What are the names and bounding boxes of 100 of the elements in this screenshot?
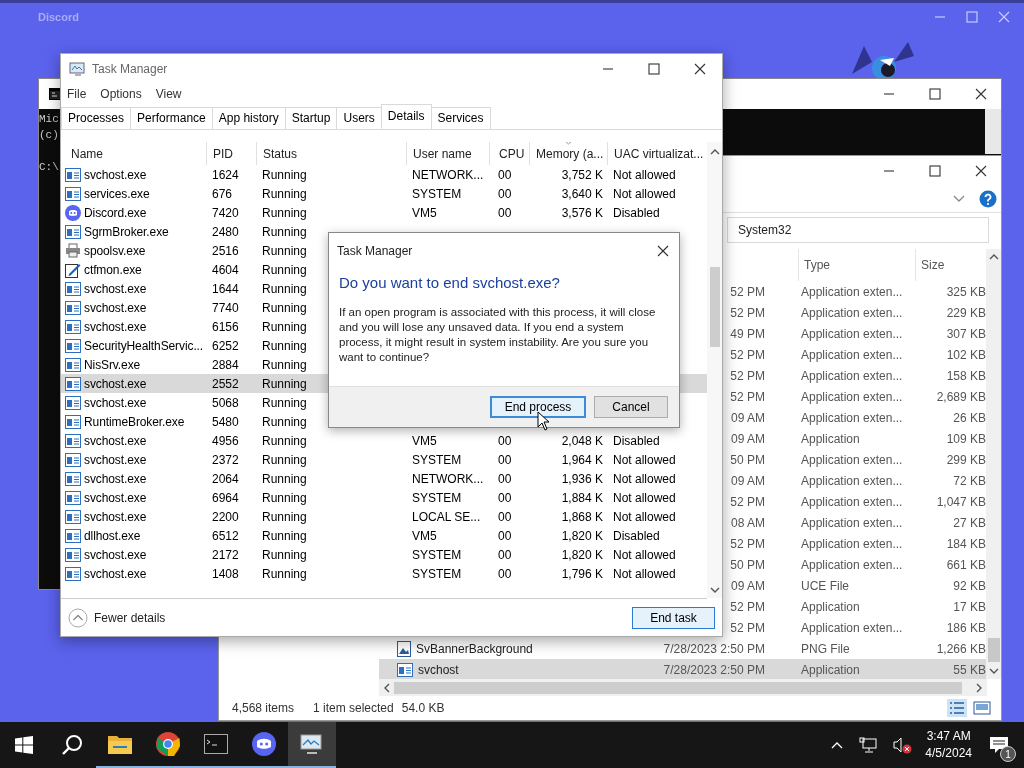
uac-cell: Not allowed <box>613 471 676 486</box>
user-cell: LOCAL SE... <box>412 509 481 524</box>
pid-cell-text: 2516 <box>211 243 240 258</box>
file-size: 158 KB <box>945 368 986 383</box>
cpu-cell: 00 <box>498 490 512 505</box>
pid-cell-text: 6512 <box>211 528 240 543</box>
file-date: 52 PM <box>729 347 765 362</box>
status-cell: Running <box>262 547 307 562</box>
file-size: 92 KB <box>952 578 986 593</box>
user-cell: SYSTEM <box>412 490 462 505</box>
uac-cell: Disabled <box>613 433 660 448</box>
file-type: Application exten... <box>800 557 904 572</box>
memory-cell: 1,796 K <box>561 566 603 581</box>
file-date: 09 AM <box>729 473 765 488</box>
uac-cell: Disabled <box>613 528 660 543</box>
file-type: Application exten... <box>800 473 904 488</box>
file-size: 1,047 KB <box>935 494 986 509</box>
pid-cell-text: 4604 <box>211 262 240 277</box>
status-cell: Running <box>262 566 307 581</box>
process-name: svchost.exe <box>84 395 147 410</box>
memory-cell: 1,820 K <box>561 547 603 562</box>
user-cell: VM5 <box>412 205 437 220</box>
cpu-cell: 00 <box>498 509 512 524</box>
file-date: 09 AM <box>729 410 765 425</box>
memory-cell: 3,640 K <box>561 186 603 201</box>
pid-cell-text: 2372 <box>211 452 240 467</box>
process-name: svchost.exe <box>84 376 147 391</box>
pid-cell-text: 7420 <box>211 205 240 220</box>
file-date: 52 PM <box>729 368 765 383</box>
file-date: 09 AM <box>729 578 765 593</box>
file-type: Application exten... <box>800 620 904 635</box>
file-size: 661 KB <box>945 557 986 572</box>
process-name: svchost.exe <box>84 319 147 334</box>
memory-cell: 2,048 K <box>561 433 603 448</box>
file-type: Application exten... <box>800 452 904 467</box>
status-cell: Running <box>262 262 307 277</box>
file-type: Application exten... <box>800 494 904 509</box>
status-cell: Running <box>262 224 307 239</box>
cpu-cell: 00 <box>498 547 512 562</box>
user-cell: SYSTEM <box>412 566 462 581</box>
file-date: 49 PM <box>729 326 765 341</box>
file-size: 229 KB <box>945 305 986 320</box>
console-line: (c) <box>39 128 59 143</box>
status-cell: Running <box>262 509 307 524</box>
file-date: 52 PM <box>729 494 765 509</box>
time: 3:47 AM <box>926 728 971 745</box>
file-date: 52 PM <box>729 599 765 614</box>
file-date: 52 PM <box>729 536 765 551</box>
uac-cell: Not allowed <box>613 509 676 524</box>
process-name: NisSrv.exe <box>84 357 141 372</box>
process-name: svchost.exe <box>84 300 147 315</box>
pid-cell-text: 2480 <box>211 224 240 239</box>
file-size: 2,689 KB <box>935 389 986 404</box>
file-type: Application <box>800 662 861 677</box>
user-cell: SYSTEM <box>412 452 462 467</box>
process-name: svchost.exe <box>84 547 147 562</box>
process-name: dllhost.exe <box>84 528 141 543</box>
window-title: Discord <box>38 10 79 23</box>
process-name: svchost.exe <box>84 281 147 296</box>
process-name: RuntimeBroker.exe <box>84 414 185 429</box>
status-cell: Running <box>262 433 307 448</box>
cpu-cell: 00 <box>498 167 512 182</box>
file-type: Application exten... <box>800 326 904 341</box>
file-type: Application exten... <box>800 536 904 551</box>
memory-cell: 3,752 K <box>561 167 603 182</box>
process-name: spoolsv.exe <box>84 243 146 258</box>
file-date: 52 PM <box>729 620 765 635</box>
status-cell: Running <box>262 395 307 410</box>
cpu-cell: 00 <box>498 433 512 448</box>
uac-cell: Not allowed <box>613 452 676 467</box>
user-cell: SYSTEM <box>412 547 462 562</box>
uac-cell: Not allowed <box>613 547 676 562</box>
file-size: 299 KB <box>945 452 986 467</box>
file-size: 184 KB <box>945 536 986 551</box>
pid-cell-text: 2064 <box>211 471 240 486</box>
status-cell: Running <box>262 471 307 486</box>
pid-cell-text: 6252 <box>211 338 240 353</box>
pid-cell-text: 1644 <box>211 281 240 296</box>
selection-count: 1 item selected <box>313 701 394 715</box>
user-cell: VM5 <box>412 528 437 543</box>
file-date: 52 PM <box>729 389 765 404</box>
process-name: svchost.exe <box>84 566 147 581</box>
notification-badge: 1 <box>1000 746 1016 762</box>
file-size: 102 KB <box>945 347 986 362</box>
cpu-cell: 00 <box>498 471 512 486</box>
user-cell: NETWORK... <box>412 471 484 486</box>
process-name: Discord.exe <box>84 205 147 220</box>
process-name: svchost.exe <box>84 509 147 524</box>
status-cell: Running <box>262 205 307 220</box>
pid-cell-text: 1408 <box>211 566 240 581</box>
memory-cell: 1,936 K <box>561 471 603 486</box>
dialog-title: Task Manager <box>337 244 413 258</box>
file-type: Application <box>800 431 861 446</box>
file-date: 7/28/2023 2:50 PM <box>662 641 765 656</box>
file-date: 52 PM <box>729 305 765 320</box>
process-name: services.exe <box>84 186 150 201</box>
uac-cell: Not allowed <box>613 490 676 505</box>
process-name: svchost.exe <box>84 490 147 505</box>
file-size: 186 KB <box>945 620 986 635</box>
pid-cell-text: 2200 <box>211 509 240 524</box>
